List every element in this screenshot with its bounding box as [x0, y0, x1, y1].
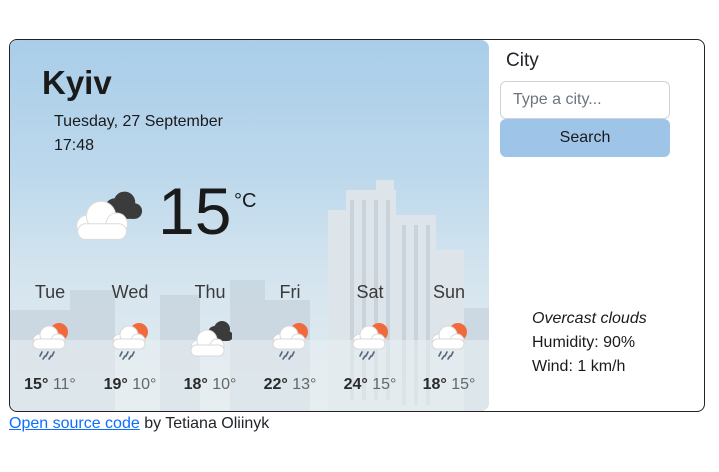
author-text: by Tetiana Oliinyk	[139, 415, 270, 432]
forecast-day: Tue 15° 11°	[10, 282, 90, 394]
forecast-min-temp: 15°	[451, 376, 476, 393]
city-label: City	[506, 50, 539, 71]
forecast-day: Fri 22° 13°	[250, 282, 330, 394]
forecast-min-temp: 10°	[212, 376, 237, 393]
rain-icon	[28, 320, 72, 360]
forecast-temps: 19° 10°	[90, 376, 170, 394]
weather-app-card: Kyiv Tuesday, 27 September 17:48 15 °C T…	[9, 39, 705, 412]
city-search-input[interactable]	[500, 81, 670, 119]
forecast-min-temp: 11°	[52, 376, 76, 393]
current-temperature: 15	[158, 174, 232, 248]
forecast-day-name: Sat	[356, 282, 384, 302]
rain-icon	[108, 320, 152, 360]
forecast-max-temp: 18°	[422, 376, 447, 393]
current-date: Tuesday, 27 September	[54, 113, 223, 130]
forecast-temps: 18° 15°	[409, 376, 489, 394]
broken-clouds-icon	[188, 320, 232, 360]
forecast-day-name: Wed	[111, 282, 149, 302]
humidity-value: Humidity: 90%	[532, 334, 636, 351]
search-button[interactable]: Search	[500, 119, 670, 157]
rain-icon	[268, 320, 312, 360]
forecast-temps: 15° 11°	[10, 376, 90, 394]
forecast-min-temp: 15°	[372, 376, 397, 393]
source-code-link[interactable]: Open source code	[9, 415, 140, 432]
forecast-max-temp: 19°	[103, 376, 128, 393]
forecast-day: Sat 24° 15°	[330, 282, 410, 394]
forecast-day-name: Tue	[34, 282, 66, 302]
forecast-temps: 22° 13°	[250, 376, 330, 394]
forecast-day: Sun 18° 15°	[409, 282, 489, 394]
footer: Open source code by Tetiana Oliinyk	[9, 415, 269, 433]
forecast-temps: 24° 15°	[330, 376, 410, 394]
current-time: 17:48	[54, 137, 95, 154]
city-name: Kyiv	[42, 64, 112, 101]
rain-icon	[427, 320, 471, 360]
forecast-day-name: Sun	[432, 282, 466, 302]
forecast-day: Thu 18° 10°	[170, 282, 250, 394]
forecast-min-temp: 10°	[132, 376, 157, 393]
forecast-min-temp: 13°	[292, 376, 317, 393]
rain-icon	[348, 320, 392, 360]
forecast-day: Wed 19° 10°	[90, 282, 170, 394]
forecast-max-temp: 22°	[263, 376, 288, 393]
forecast-temps: 18° 10°	[170, 376, 250, 394]
broken-clouds-icon	[66, 184, 144, 244]
forecast-day-name: Thu	[194, 282, 226, 302]
weather-panel: Kyiv Tuesday, 27 September 17:48 15 °C T…	[10, 40, 489, 411]
wind-value: Wind: 1 km/h	[532, 358, 626, 375]
forecast-day-name: Fri	[279, 282, 301, 302]
forecast-max-temp: 15°	[24, 376, 49, 393]
weather-description: Overcast clouds	[532, 310, 647, 327]
forecast-max-temp: 24°	[343, 376, 368, 393]
temperature-unit: °C	[234, 190, 257, 212]
forecast-max-temp: 18°	[183, 376, 208, 393]
search-panel: City Search Overcast clouds Humidity: 90…	[489, 40, 704, 411]
